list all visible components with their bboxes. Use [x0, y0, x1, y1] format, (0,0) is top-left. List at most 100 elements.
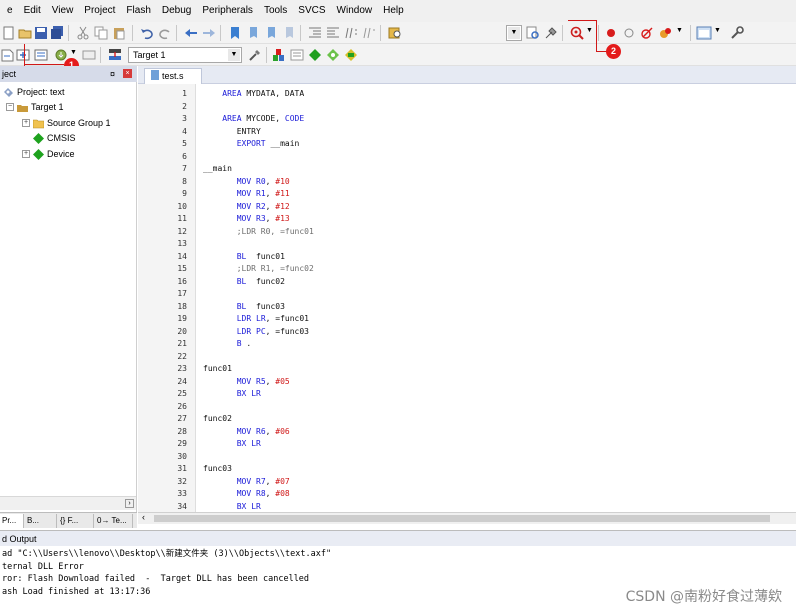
expand-icon[interactable]: +: [22, 119, 30, 127]
code-token: LR: [251, 501, 261, 511]
breakpoint-insert-icon[interactable]: [604, 26, 618, 40]
code-token: ,: [265, 489, 276, 498]
menu-item[interactable]: Peripherals: [197, 0, 259, 22]
code-token: ,: [265, 201, 276, 211]
find-in-files-icon[interactable]: [388, 26, 402, 40]
prev-bookmark-icon[interactable]: [246, 26, 260, 40]
scroll-thumb[interactable]: [154, 515, 770, 522]
editor-hscrollbar[interactable]: ‹: [138, 512, 796, 524]
code-token: AREA: [222, 89, 242, 98]
find-combo[interactable]: ▼: [506, 25, 522, 41]
menu-item[interactable]: Debug: [157, 0, 197, 22]
rebuild-icon[interactable]: [34, 48, 48, 62]
code-token: LR: [256, 314, 266, 323]
configure-tools-icon[interactable]: [544, 26, 558, 40]
clear-bookmarks-icon[interactable]: [282, 26, 296, 40]
menu-item[interactable]: Help: [378, 0, 410, 22]
editor-tab-test-s[interactable]: test.s: [144, 68, 202, 84]
target-select[interactable]: Target 1 ▼: [128, 47, 242, 63]
menu-item[interactable]: Tools: [259, 0, 293, 22]
menu-item[interactable]: Window: [332, 0, 379, 22]
code-line: BX LR: [203, 438, 261, 451]
window-layout-icon[interactable]: [696, 26, 712, 40]
target-folder-icon: [17, 104, 28, 112]
build-icon[interactable]: [16, 48, 30, 62]
breakpoint-kill-icon[interactable]: [640, 26, 654, 40]
tab-functions[interactable]: {} F...: [58, 514, 94, 528]
cut-icon[interactable]: [76, 26, 90, 40]
undo-icon[interactable]: [140, 26, 154, 40]
code-token: BL: [236, 251, 247, 261]
code-token: .: [241, 339, 252, 348]
comment-icon[interactable]: [344, 26, 358, 40]
bookmark-icon[interactable]: [228, 26, 242, 40]
menu-bar: e Edit View Project Flash Debug Peripherals Too…: [0, 0, 796, 22]
navigate-back-icon[interactable]: [184, 26, 198, 40]
chevron-down-icon[interactable]: ▼: [676, 27, 683, 34]
tree-project-root[interactable]: Project: text: [3, 86, 65, 98]
pin-icon[interactable]: ¤: [110, 66, 115, 82]
tree-item-source-group[interactable]: + Source Group 1: [22, 117, 111, 129]
load-target-icon[interactable]: [108, 48, 122, 62]
tab-books[interactable]: B...: [25, 514, 57, 528]
manage-components-icon[interactable]: [290, 48, 304, 62]
batch-build-icon[interactable]: [82, 48, 96, 62]
expand-icon[interactable]: +: [22, 150, 30, 158]
next-bookmark-icon[interactable]: [264, 26, 278, 40]
debug-session-icon[interactable]: [570, 26, 584, 40]
copy-icon[interactable]: [94, 26, 108, 40]
line-number-gutter: 1 2 3 4 5 6 7 8 9 10 11 12 13 14 15 16 17 18 19 20 21 22 23 24 2…: [138, 84, 196, 512]
options-for-target-icon[interactable]: [248, 48, 262, 62]
close-icon[interactable]: ×: [123, 69, 132, 78]
chevron-down-icon[interactable]: ▼: [70, 49, 77, 56]
code-line: AREA MYDATA, DATA: [203, 88, 304, 101]
line-number: 25: [177, 389, 187, 398]
code-token: MOV: [236, 189, 252, 198]
tree-item-device[interactable]: + Device: [22, 148, 75, 160]
uncomment-icon[interactable]: [362, 26, 376, 40]
code-token: MOV: [236, 476, 252, 486]
menu-item[interactable]: View: [47, 0, 80, 22]
line-number: 33: [177, 489, 187, 498]
project-hscrollbar[interactable]: ›: [0, 496, 136, 510]
tab-project[interactable]: Pr...: [0, 514, 24, 528]
save-icon[interactable]: [34, 26, 48, 40]
line-number: 5: [182, 139, 187, 148]
breakpoint-kill-all-icon[interactable]: [658, 26, 672, 40]
indent-icon[interactable]: [308, 26, 322, 40]
chevron-down-icon[interactable]: ▼: [714, 27, 721, 34]
file-extensions-icon[interactable]: [272, 48, 286, 62]
collapse-icon[interactable]: −: [6, 103, 14, 111]
breakpoint-disable-icon[interactable]: [622, 26, 636, 40]
navigate-forward-icon[interactable]: [202, 26, 216, 40]
menu-item[interactable]: SVCS: [293, 0, 331, 22]
scroll-right-icon[interactable]: ›: [125, 499, 134, 508]
menu-item[interactable]: Edit: [19, 0, 47, 22]
code-line: LDR PC, =func03: [203, 326, 309, 339]
save-all-icon[interactable]: [50, 26, 64, 40]
translate-icon[interactable]: [0, 48, 14, 62]
chevron-down-icon[interactable]: ▼: [586, 27, 593, 34]
menu-item[interactable]: e: [2, 0, 19, 22]
menu-item[interactable]: Flash: [121, 0, 156, 22]
code-editor[interactable]: AREA MYDATA, DATA AREA MYCODE, CODE ENTR…: [203, 84, 783, 512]
scroll-left-icon[interactable]: ‹: [142, 512, 145, 522]
redo-icon[interactable]: [158, 26, 172, 40]
menu-item[interactable]: Project: [79, 0, 121, 22]
tree-item-cmsis[interactable]: CMSIS: [22, 132, 76, 144]
unindent-icon[interactable]: [326, 26, 340, 40]
pack-installer-icon[interactable]: [344, 48, 358, 62]
select-packs-icon[interactable]: [326, 48, 340, 62]
incremental-find-icon[interactable]: [526, 26, 540, 40]
settings-wrench-icon[interactable]: [730, 26, 744, 40]
tab-templates[interactable]: 0→ Te...: [95, 514, 133, 528]
new-file-icon[interactable]: [2, 26, 16, 40]
paste-icon[interactable]: [112, 26, 126, 40]
tree-target[interactable]: − Target 1: [6, 101, 64, 113]
open-folder-icon[interactable]: [18, 26, 32, 40]
green-diamond-icon[interactable]: [308, 48, 322, 62]
code-token: BX: [236, 439, 247, 448]
